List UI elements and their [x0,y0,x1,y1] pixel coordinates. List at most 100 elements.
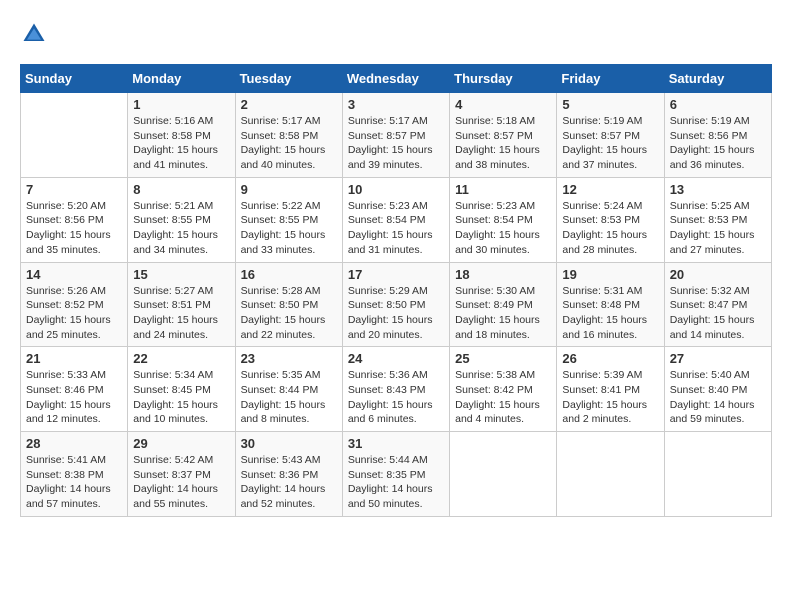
calendar-cell: 16 Sunrise: 5:28 AM Sunset: 8:50 PM Dayli… [235,262,342,347]
calendar-cell: 3Sunrise: 5:17 AM Sunset: 8:57 PM Daylig… [342,93,449,178]
calendar-cell: 8 Sunrise: 5:21 AM Sunset: 8:55 PM Daylig… [128,177,235,262]
day-number: 16 [241,267,337,282]
day-info: Sunrise: 5:38 AM Sunset: 8:42 PM Dayligh… [455,368,551,427]
calendar-cell [21,93,128,178]
week-row-1: 1Sunrise: 5:16 AM Sunset: 8:58 PM Daylig… [21,93,772,178]
calendar-cell [664,432,771,517]
day-number: 13 [670,182,766,197]
day-info: Sunrise: 5:36 AM Sunset: 8:43 PM Dayligh… [348,368,444,427]
calendar-cell: 27Sunrise: 5:40 AM Sunset: 8:40 PM Dayli… [664,347,771,432]
calendar-cell: 21 Sunrise: 5:33 AM Sunset: 8:46 PM Dayli… [21,347,128,432]
day-number: 23 [241,351,337,366]
column-header-thursday: Thursday [450,65,557,93]
calendar-cell: 15 Sunrise: 5:27 AM Sunset: 8:51 PM Dayli… [128,262,235,347]
day-info: Sunrise: 5:23 AM Sunset: 8:54 PM Dayligh… [455,199,551,258]
day-info: Sunrise: 5:40 AM Sunset: 8:40 PM Dayligh… [670,368,766,427]
day-number: 11 [455,182,551,197]
day-info: Sunrise: 5:27 AM Sunset: 8:51 PM Dayligh… [133,284,229,343]
calendar-cell [450,432,557,517]
day-info: Sunrise: 5:39 AM Sunset: 8:41 PM Dayligh… [562,368,658,427]
day-number: 3 [348,97,444,112]
day-number: 12 [562,182,658,197]
day-info: Sunrise: 5:24 AM Sunset: 8:53 PM Dayligh… [562,199,658,258]
day-number: 19 [562,267,658,282]
day-number: 8 [133,182,229,197]
calendar-cell: 4 Sunrise: 5:18 AM Sunset: 8:57 PM Daylig… [450,93,557,178]
day-info: Sunrise: 5:44 AM Sunset: 8:35 PM Dayligh… [348,453,444,512]
calendar-cell: 1Sunrise: 5:16 AM Sunset: 8:58 PM Daylig… [128,93,235,178]
calendar-cell: 14 Sunrise: 5:26 AM Sunset: 8:52 PM Dayli… [21,262,128,347]
column-header-tuesday: Tuesday [235,65,342,93]
week-row-5: 28 Sunrise: 5:41 AM Sunset: 8:38 PM Dayli… [21,432,772,517]
day-number: 28 [26,436,122,451]
page-header [20,20,772,48]
calendar-cell: 9 Sunrise: 5:22 AM Sunset: 8:55 PM Daylig… [235,177,342,262]
day-number: 10 [348,182,444,197]
day-info: Sunrise: 5:29 AM Sunset: 8:50 PM Dayligh… [348,284,444,343]
column-header-sunday: Sunday [21,65,128,93]
calendar-header-row: SundayMondayTuesdayWednesdayThursdayFrid… [21,65,772,93]
calendar-cell: 23 Sunrise: 5:35 AM Sunset: 8:44 PM Dayli… [235,347,342,432]
calendar-table: SundayMondayTuesdayWednesdayThursdayFrid… [20,64,772,517]
day-number: 24 [348,351,444,366]
day-number: 15 [133,267,229,282]
day-info: Sunrise: 5:30 AM Sunset: 8:49 PM Dayligh… [455,284,551,343]
day-number: 31 [348,436,444,451]
day-number: 6 [670,97,766,112]
day-info: Sunrise: 5:22 AM Sunset: 8:55 PM Dayligh… [241,199,337,258]
day-info: Sunrise: 5:33 AM Sunset: 8:46 PM Dayligh… [26,368,122,427]
calendar-cell [557,432,664,517]
day-info: Sunrise: 5:28 AM Sunset: 8:50 PM Dayligh… [241,284,337,343]
day-number: 14 [26,267,122,282]
calendar-cell: 22 Sunrise: 5:34 AM Sunset: 8:45 PM Dayli… [128,347,235,432]
calendar-cell: 5Sunrise: 5:19 AM Sunset: 8:57 PM Daylig… [557,93,664,178]
day-number: 30 [241,436,337,451]
calendar-cell: 11 Sunrise: 5:23 AM Sunset: 8:54 PM Dayli… [450,177,557,262]
day-number: 1 [133,97,229,112]
day-info: Sunrise: 5:20 AM Sunset: 8:56 PM Dayligh… [26,199,122,258]
calendar-cell: 13 Sunrise: 5:25 AM Sunset: 8:53 PM Dayli… [664,177,771,262]
logo [20,20,52,48]
day-number: 29 [133,436,229,451]
day-number: 20 [670,267,766,282]
calendar-cell: 26 Sunrise: 5:39 AM Sunset: 8:41 PM Dayli… [557,347,664,432]
day-info: Sunrise: 5:34 AM Sunset: 8:45 PM Dayligh… [133,368,229,427]
day-info: Sunrise: 5:43 AM Sunset: 8:36 PM Dayligh… [241,453,337,512]
day-number: 18 [455,267,551,282]
day-info: Sunrise: 5:19 AM Sunset: 8:57 PM Dayligh… [562,114,658,173]
column-header-wednesday: Wednesday [342,65,449,93]
day-info: Sunrise: 5:21 AM Sunset: 8:55 PM Dayligh… [133,199,229,258]
day-info: Sunrise: 5:31 AM Sunset: 8:48 PM Dayligh… [562,284,658,343]
day-number: 4 [455,97,551,112]
calendar-cell: 7 Sunrise: 5:20 AM Sunset: 8:56 PM Daylig… [21,177,128,262]
day-info: Sunrise: 5:18 AM Sunset: 8:57 PM Dayligh… [455,114,551,173]
calendar-cell: 25Sunrise: 5:38 AM Sunset: 8:42 PM Dayli… [450,347,557,432]
calendar-cell: 29Sunrise: 5:42 AM Sunset: 8:37 PM Dayli… [128,432,235,517]
day-number: 22 [133,351,229,366]
day-number: 21 [26,351,122,366]
day-info: Sunrise: 5:19 AM Sunset: 8:56 PM Dayligh… [670,114,766,173]
column-header-monday: Monday [128,65,235,93]
calendar-cell: 24 Sunrise: 5:36 AM Sunset: 8:43 PM Dayli… [342,347,449,432]
day-info: Sunrise: 5:23 AM Sunset: 8:54 PM Dayligh… [348,199,444,258]
calendar-cell: 18 Sunrise: 5:30 AM Sunset: 8:49 PM Dayli… [450,262,557,347]
week-row-4: 21 Sunrise: 5:33 AM Sunset: 8:46 PM Dayli… [21,347,772,432]
day-info: Sunrise: 5:41 AM Sunset: 8:38 PM Dayligh… [26,453,122,512]
day-info: Sunrise: 5:25 AM Sunset: 8:53 PM Dayligh… [670,199,766,258]
day-info: Sunrise: 5:26 AM Sunset: 8:52 PM Dayligh… [26,284,122,343]
day-info: Sunrise: 5:35 AM Sunset: 8:44 PM Dayligh… [241,368,337,427]
day-number: 2 [241,97,337,112]
day-number: 17 [348,267,444,282]
week-row-3: 14 Sunrise: 5:26 AM Sunset: 8:52 PM Dayli… [21,262,772,347]
day-number: 7 [26,182,122,197]
column-header-friday: Friday [557,65,664,93]
calendar-cell: 28 Sunrise: 5:41 AM Sunset: 8:38 PM Dayli… [21,432,128,517]
calendar-cell: 6 Sunrise: 5:19 AM Sunset: 8:56 PM Daylig… [664,93,771,178]
calendar-cell: 30 Sunrise: 5:43 AM Sunset: 8:36 PM Dayli… [235,432,342,517]
day-info: Sunrise: 5:17 AM Sunset: 8:58 PM Dayligh… [241,114,337,173]
day-info: Sunrise: 5:32 AM Sunset: 8:47 PM Dayligh… [670,284,766,343]
day-number: 9 [241,182,337,197]
calendar-cell: 31 Sunrise: 5:44 AM Sunset: 8:35 PM Dayli… [342,432,449,517]
day-number: 26 [562,351,658,366]
calendar-cell: 10 Sunrise: 5:23 AM Sunset: 8:54 PM Dayli… [342,177,449,262]
